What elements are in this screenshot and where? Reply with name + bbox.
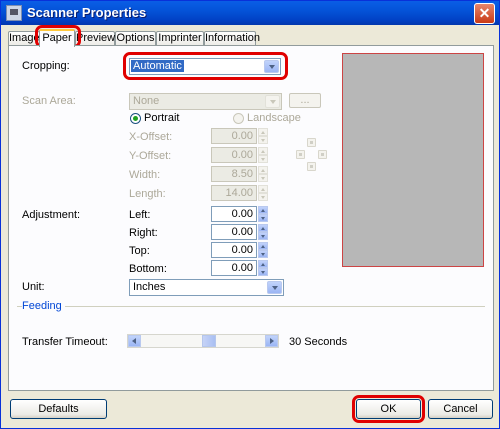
scan-area-value: None (133, 95, 160, 107)
portrait-radio[interactable] (130, 113, 141, 124)
landscape-label: Landscape (247, 112, 301, 124)
chevron-down-icon[interactable] (265, 95, 280, 108)
scanner-properties-window: Scanner Properties ✕ Image Paper Preview… (0, 0, 500, 429)
slider-right-arrow-icon[interactable] (265, 335, 278, 347)
y-offset-label: Y-Offset: (129, 150, 172, 162)
nudge-right-icon[interactable] (318, 150, 327, 159)
ok-button[interactable]: OK (356, 399, 421, 419)
length-label: Length: (129, 188, 166, 200)
unit-label: Unit: (22, 281, 45, 293)
adjust-top-field[interactable]: 0.00 (211, 242, 257, 258)
tab-preview[interactable]: Preview (75, 31, 115, 46)
width-field[interactable]: 8.50 (211, 166, 257, 182)
feeding-divider (17, 306, 485, 307)
scan-area-label: Scan Area: (22, 95, 76, 107)
transfer-timeout-slider[interactable] (127, 334, 279, 348)
unit-value: Inches (133, 281, 166, 293)
width-spinner[interactable] (258, 166, 268, 182)
portrait-label: Portrait (144, 112, 180, 124)
adjust-right-spinner[interactable] (258, 224, 268, 240)
scan-area-browse-button[interactable]: ... (289, 93, 321, 108)
defaults-button[interactable]: Defaults (10, 399, 107, 419)
close-button[interactable]: ✕ (474, 3, 495, 24)
chevron-down-icon[interactable] (264, 60, 279, 73)
x-offset-field[interactable]: 0.00 (211, 128, 257, 144)
unit-select[interactable]: Inches (129, 279, 284, 296)
transfer-timeout-label: Transfer Timeout: (22, 336, 108, 348)
adjust-right-field[interactable]: 0.00 (211, 224, 257, 240)
cancel-button[interactable]: Cancel (428, 399, 493, 419)
transfer-timeout-value: 30 Seconds (289, 336, 348, 348)
nudge-left-icon[interactable] (296, 150, 305, 159)
paper-tab-panel: Cropping: Automatic Scan Area: None ... … (8, 45, 494, 391)
adjust-left-field[interactable]: 0.00 (211, 206, 257, 222)
scan-area-select[interactable]: None (129, 93, 282, 110)
tab-image[interactable]: Image (8, 31, 40, 46)
adjust-left-spinner[interactable] (258, 206, 268, 222)
length-field[interactable]: 14.00 (211, 185, 257, 201)
x-offset-label: X-Offset: (129, 131, 173, 143)
tab-options[interactable]: Options (115, 31, 156, 46)
adjust-bottom-label: Bottom: (129, 263, 167, 275)
adjust-left-label: Left: (129, 209, 151, 221)
adjust-bottom-spinner[interactable] (258, 260, 268, 276)
adjust-bottom-field[interactable]: 0.00 (211, 260, 257, 276)
title-bar[interactable]: Scanner Properties ✕ (1, 1, 499, 25)
landscape-radio[interactable] (233, 113, 244, 124)
chevron-down-icon[interactable] (267, 281, 282, 294)
y-offset-spinner[interactable] (258, 147, 268, 163)
feeding-group-label: Feeding (22, 300, 65, 312)
slider-thumb[interactable] (202, 335, 216, 347)
tab-information[interactable]: Information (204, 31, 260, 46)
cropping-select[interactable]: Automatic (129, 58, 281, 75)
cropping-label: Cropping: (22, 60, 70, 72)
nudge-down-icon[interactable] (307, 162, 316, 171)
scanner-app-icon (6, 5, 22, 21)
length-spinner[interactable] (258, 185, 268, 201)
nudge-up-icon[interactable] (307, 138, 316, 147)
tab-paper[interactable]: Paper (39, 29, 75, 47)
adjustment-label: Adjustment: (22, 209, 81, 221)
adjust-right-label: Right: (129, 227, 158, 239)
y-offset-field[interactable]: 0.00 (211, 147, 257, 163)
paper-preview (342, 53, 484, 267)
width-label: Width: (129, 169, 161, 181)
adjust-top-label: Top: (129, 245, 150, 257)
slider-left-arrow-icon[interactable] (128, 335, 141, 347)
cropping-value: Automatic (131, 60, 184, 72)
window-title: Scanner Properties (27, 5, 147, 20)
adjust-top-spinner[interactable] (258, 242, 268, 258)
tab-imprinter[interactable]: Imprinter (156, 31, 204, 46)
x-offset-spinner[interactable] (258, 128, 268, 144)
